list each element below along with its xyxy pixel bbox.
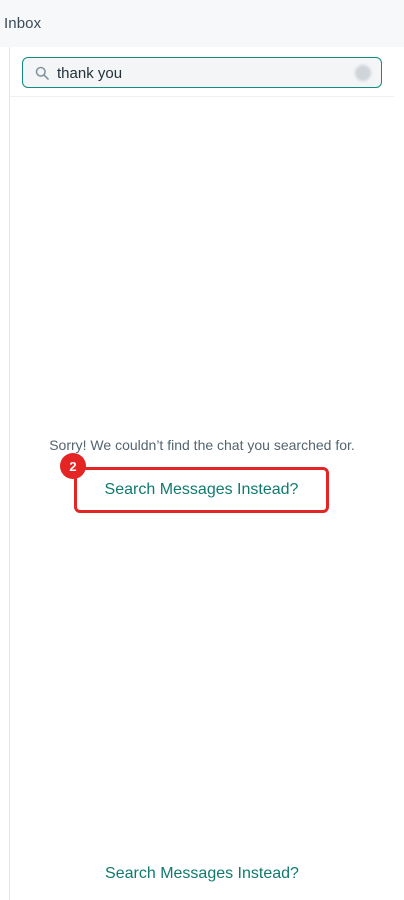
search-input[interactable]: [57, 62, 337, 84]
search-messages-instead-link[interactable]: Search Messages Instead?: [74, 467, 329, 513]
top-bar: Inbox: [0, 0, 404, 47]
annotation-badge: 2: [60, 453, 86, 479]
search-messages-instead-footer-link[interactable]: Search Messages Instead?: [10, 865, 394, 883]
clear-icon[interactable]: [355, 65, 371, 81]
search-icon: [35, 66, 49, 80]
inbox-screen: Inbox Sorry! We couldn’t find the chat y…: [0, 0, 404, 900]
search-bar-container: [10, 47, 394, 97]
left-rail: [0, 47, 10, 900]
search-box[interactable]: [22, 57, 382, 88]
no-results-message: Sorry! We couldn’t find the chat you sea…: [49, 437, 355, 453]
chat-list-panel: Sorry! We couldn’t find the chat you sea…: [10, 47, 404, 900]
page-title: Inbox: [4, 15, 42, 32]
